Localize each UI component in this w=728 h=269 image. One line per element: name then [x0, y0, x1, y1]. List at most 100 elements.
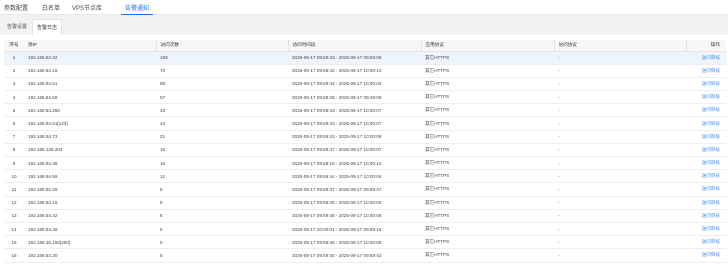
col-header-time-range[interactable]: 访问时间段	[287, 40, 421, 52]
table-row[interactable]: 8 192.168.128.204 16 2025-09-17 09:59:47 - …	[4, 143, 726, 158]
top-tab-bar: 参数配置 白名单 VPS节点库 告警通知	[0, 0, 728, 15]
cell-index: 15	[4, 235, 24, 250]
cell-count: 5	[156, 235, 288, 250]
cell-count: 15	[156, 156, 288, 171]
review-link[interactable]: 送问审核	[702, 186, 720, 191]
table-row[interactable]: 3 192.168.84.51 58 2025-09-17 09:59:44 - 20…	[4, 77, 726, 92]
cell-time-range: 2025-09-17 09:58:16 - 2025-09-17 10:00:1…	[288, 156, 421, 171]
table-row[interactable]: 13 192.168.84.42 6 2025-09-17 09:59:48 - 20…	[4, 209, 726, 223]
cell-visit-protocol: -	[554, 222, 686, 237]
cell-index: 10	[4, 169, 24, 184]
cell-app-protocol: 其它HTTPS	[421, 130, 554, 144]
tab-whitelist[interactable]: 白名单	[42, 3, 60, 12]
subtab-alert-settings[interactable]: 告警设置	[2, 19, 32, 35]
cell-index: 3	[4, 77, 24, 92]
cell-index: 2	[4, 64, 24, 78]
cell-count: 169	[156, 51, 288, 65]
table-row[interactable]: 10 192.168.84.59 12 2025-09-17 09:59:44 - 2…	[4, 169, 726, 184]
cell-app-protocol: 其它HTTPS	[421, 222, 554, 237]
cell-count: 6	[156, 222, 288, 237]
review-link[interactable]: 送问审核	[702, 226, 720, 231]
review-link[interactable]: 送问审核	[702, 94, 720, 99]
tab-alert-notification[interactable]: 告警通知	[121, 3, 154, 15]
cell-source-ip: 192.168.84.61[123]	[24, 116, 156, 131]
cell-visit-protocol: -	[554, 90, 686, 105]
cell-action: 送问审核	[686, 143, 726, 158]
subtab-alert-log[interactable]: 告警日志	[32, 19, 62, 35]
cell-action: 送问审核	[686, 64, 726, 78]
review-link[interactable]: 送问审核	[702, 160, 720, 165]
cell-index: 13	[4, 209, 24, 223]
cell-action: 送问审核	[686, 169, 726, 184]
review-link[interactable]: 送问审核	[702, 121, 720, 126]
cell-time-range: 2025-09-17 09:59:42 - 2025-09-17 10:00:1…	[288, 64, 421, 78]
cell-time-range: 2025-09-17 09:59:44 - 2025-09-17 10:00:0…	[288, 169, 421, 184]
cell-action: 送问审核	[686, 209, 726, 223]
cell-action: 送问审核	[686, 51, 726, 65]
cell-action: 送问审核	[686, 90, 726, 105]
tab-param-config[interactable]: 参数配置	[4, 3, 28, 12]
review-link[interactable]: 送问审核	[702, 239, 720, 244]
cell-source-ip: 192.168.84.58	[24, 90, 156, 105]
review-link[interactable]: 送问审核	[702, 81, 720, 86]
table-header-row: 序号 源IP 访问次数 访问时间段 应用协议 访问协议 操作	[4, 40, 726, 52]
cell-time-range: 2025-09-17 09:59:43 - 2025-09-17 09:59:0…	[288, 51, 421, 65]
cell-visit-protocol: -	[554, 196, 686, 210]
cell-source-ip: 192.168.84.30	[24, 248, 156, 263]
review-link[interactable]: 送问审核	[702, 200, 720, 205]
cell-source-ip: 192.168.84.38	[24, 156, 156, 171]
table-row[interactable]: 6 192.168.84.61[123] 24 2025-09-17 09:59:43…	[4, 116, 726, 131]
review-link[interactable]: 送问审核	[702, 147, 720, 152]
cell-time-range: 2025-09-17 09:59:44 - 2025-09-17 10:00:0…	[288, 77, 421, 92]
cell-index: 4	[4, 90, 24, 105]
cell-action: 送问审核	[686, 222, 726, 237]
review-link[interactable]: 送问审核	[702, 68, 720, 73]
review-link[interactable]: 送问审核	[702, 173, 720, 178]
table-row[interactable]: 16 192.168.84.30 5 2025-09-17 09:59:40 - 20…	[4, 248, 726, 263]
cell-time-range: 2025-09-17 09:59:43 - 2025-09-17 10:00:0…	[288, 130, 421, 144]
table-body: 1 192.168.84.32 169 2025-09-17 09:59:43 - 2…	[4, 51, 726, 263]
cell-app-protocol: 其它HTTPS	[421, 77, 554, 92]
cell-visit-protocol: -	[554, 248, 686, 263]
cell-time-range: 2025-09-17 09:59:40 - 2025-09-17 09:59:4…	[288, 248, 421, 263]
cell-app-protocol: 其它HTTPS	[421, 103, 554, 118]
cell-count: 70	[156, 64, 288, 78]
cell-visit-protocol: -	[554, 143, 686, 158]
table-row[interactable]: 4 192.168.84.58 57 2025-09-17 09:58:28 - 20…	[4, 90, 726, 105]
cell-count: 8	[156, 196, 288, 210]
table-row[interactable]: 12 192.168.84.15 8 2025-09-17 09:59:45 - 20…	[4, 196, 726, 210]
review-link[interactable]: 送问审核	[702, 134, 720, 139]
alert-log-table: 序号 源IP 访问次数 访问时间段 应用协议 访问协议 操作 1 192.168.…	[4, 40, 726, 263]
col-header-count[interactable]: 访问次数	[155, 40, 288, 52]
review-link[interactable]: 送问审核	[702, 252, 720, 257]
table-row[interactable]: 15 192.168.45.150[450] 5 2025-09-17 09:59:4…	[4, 235, 726, 250]
cell-count: 12	[156, 169, 288, 184]
table-row[interactable]: 1 192.168.84.32 169 2025-09-17 09:59:43 - 2…	[4, 51, 726, 65]
cell-source-ip: 192.168.84.32	[24, 51, 156, 65]
review-link[interactable]: 送问审核	[702, 55, 720, 60]
cell-source-ip: 192.168.84.73	[24, 130, 156, 144]
col-header-source-ip: 源IP	[24, 40, 156, 52]
table-row[interactable]: 2 192.168.84.16 70 2025-09-17 09:59:42 - 20…	[4, 64, 726, 78]
cell-time-range: 2025-09-17 09:59:43 - 2025-09-17 10:00:0…	[288, 116, 421, 131]
cell-count: 5	[156, 248, 288, 263]
col-header-visit-protocol[interactable]: 访问协议	[553, 40, 686, 52]
cell-source-ip: 192.168.84.16	[24, 64, 156, 78]
cell-app-protocol: 其它HTTPS	[421, 64, 554, 78]
cell-visit-protocol: -	[554, 64, 686, 78]
cell-app-protocol: 其它HTTPS	[421, 209, 554, 223]
table-row[interactable]: 14 192.168.84.36 6 2025-09-17 10:00:01 - 20…	[4, 222, 726, 237]
cell-time-range: 2025-09-17 09:58:28 - 2025-09-17 09:48:0…	[288, 90, 421, 105]
review-link[interactable]: 送问审核	[702, 213, 720, 218]
cell-visit-protocol: -	[554, 116, 686, 131]
table-row[interactable]: 5 192.168.84.250 33 2025-09-17 09:59:43 - 2…	[4, 103, 726, 118]
cell-app-protocol: 其它HTTPS	[421, 156, 554, 171]
table-row[interactable]: 11 192.168.82.28 8 2025-09-17 09:59:37 - 20…	[4, 182, 726, 197]
cell-app-protocol: 其它HTTPS	[421, 116, 554, 131]
table-row[interactable]: 9 192.168.84.38 15 2025-09-17 09:58:16 - 20…	[4, 156, 726, 171]
table-row[interactable]: 7 192.168.84.73 21 2025-09-17 09:59:43 - 20…	[4, 130, 726, 144]
review-link[interactable]: 送问审核	[702, 107, 720, 112]
tab-vps-node-library[interactable]: VPS节点库	[72, 3, 102, 12]
cell-source-ip: 192.168.84.15	[24, 196, 156, 210]
col-header-app-protocol[interactable]: 应用协议	[420, 40, 554, 52]
